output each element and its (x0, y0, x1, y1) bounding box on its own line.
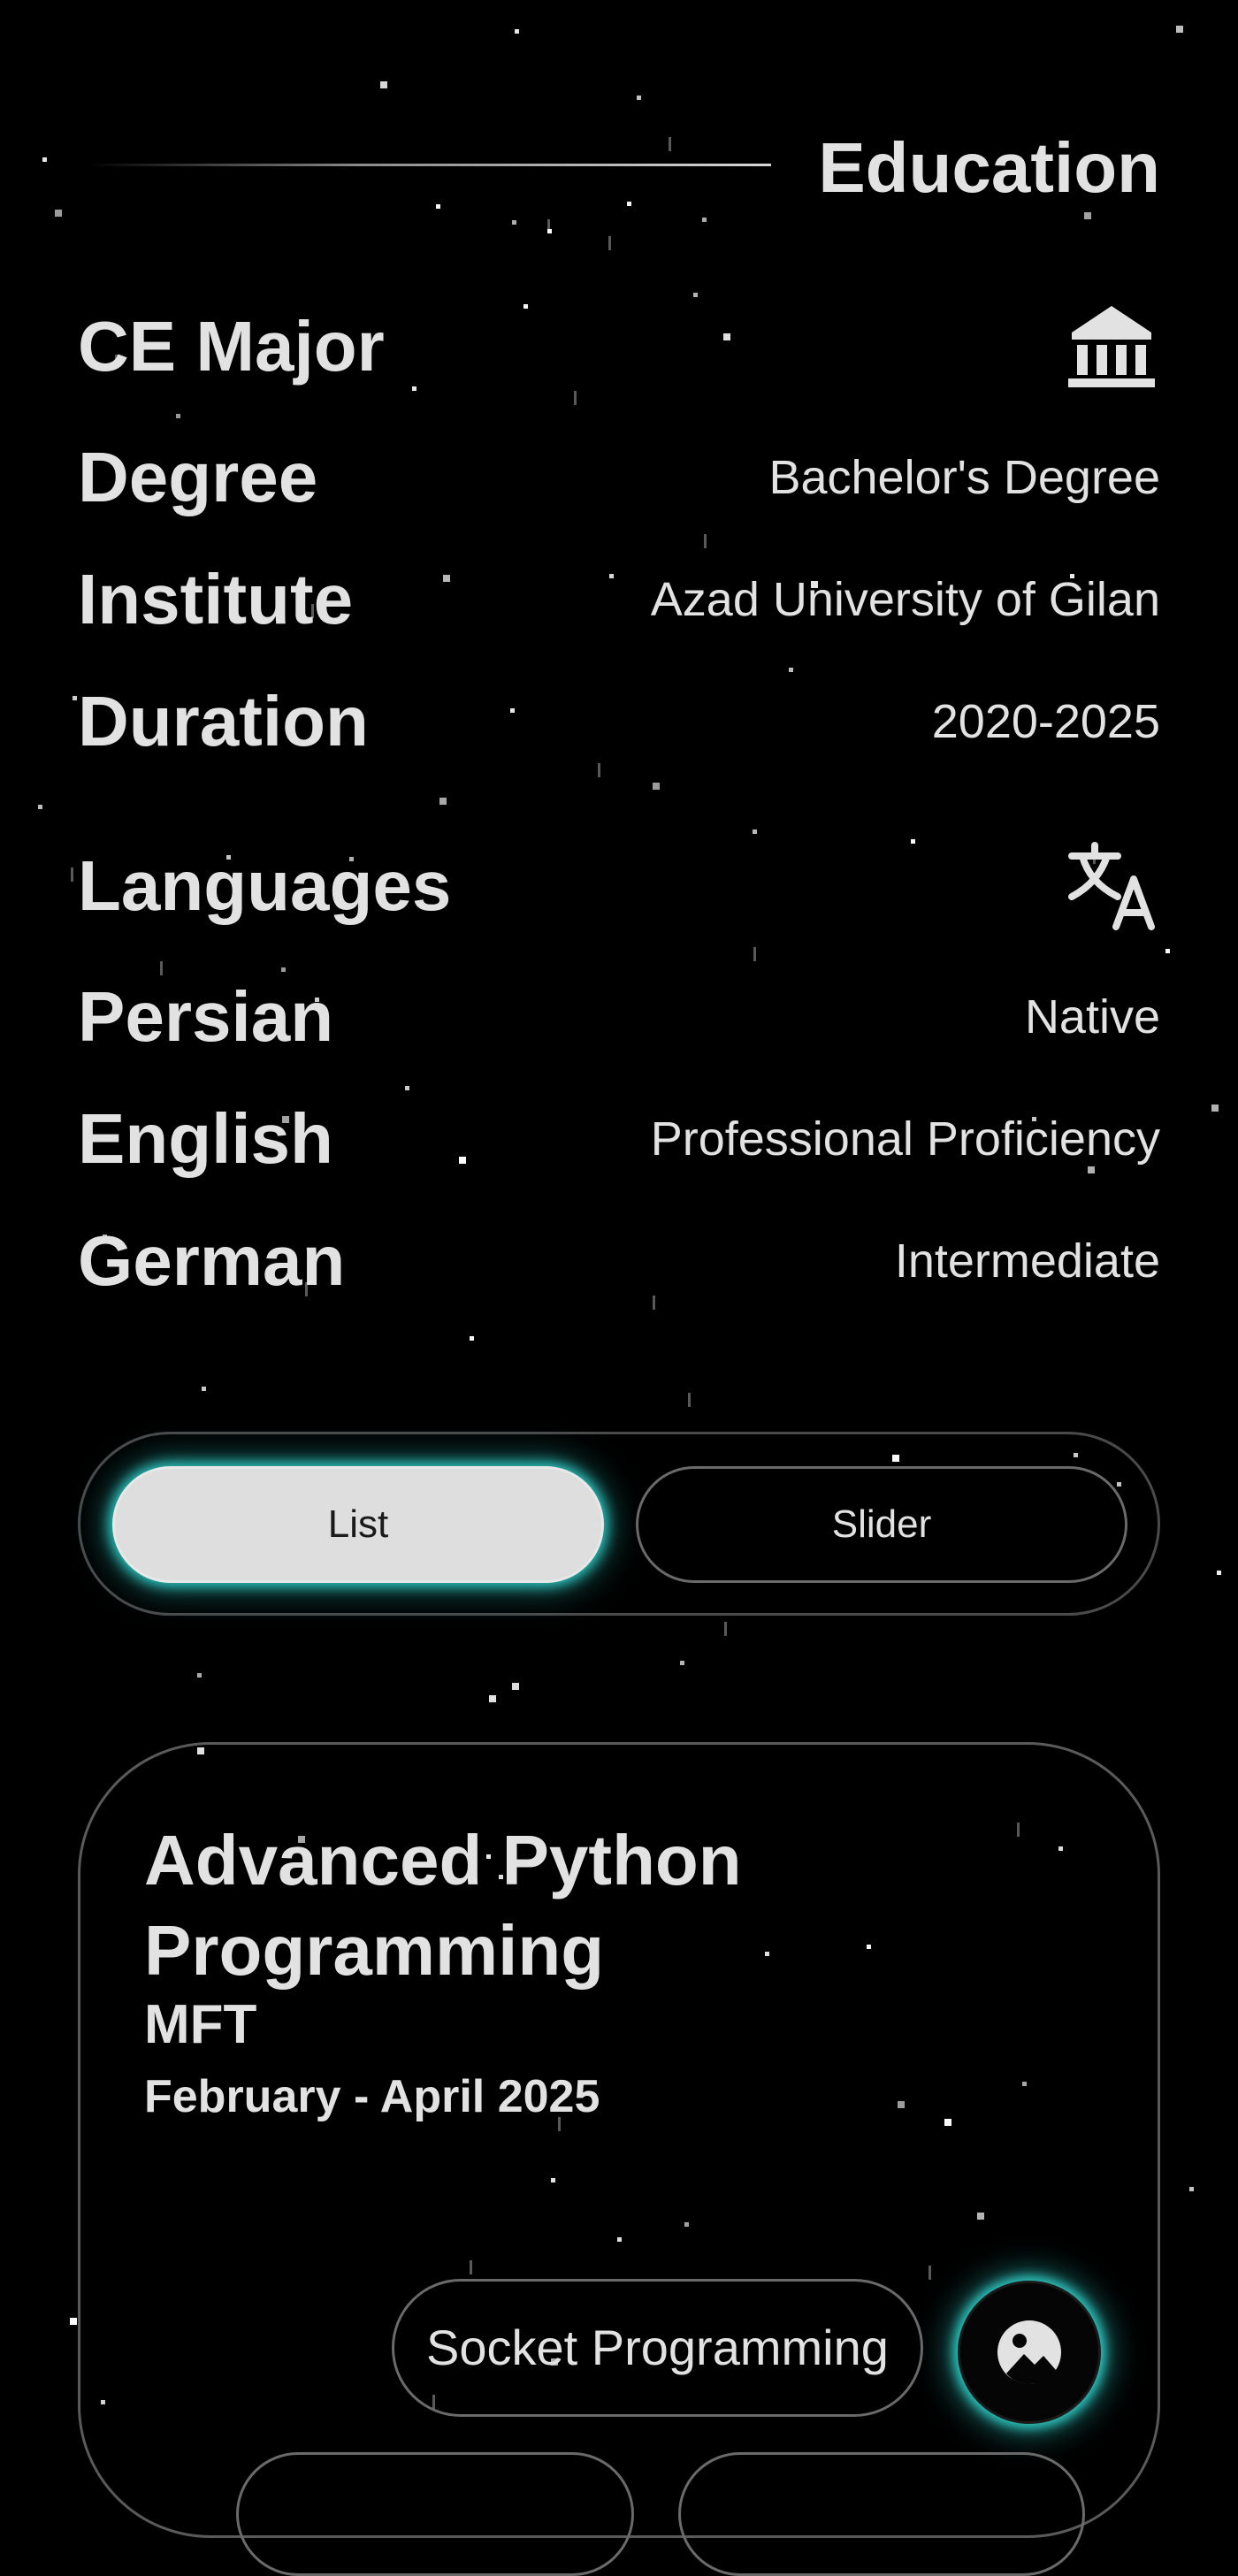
star-dot (753, 829, 757, 834)
star-dot (202, 1387, 206, 1391)
star-dot (439, 798, 447, 805)
image-icon (997, 2320, 1061, 2384)
german-label: German (78, 1221, 346, 1300)
persian-label: Persian (78, 977, 334, 1056)
section-title: Education (818, 128, 1160, 207)
course-tag-chip[interactable]: Socket Programming (392, 2279, 923, 2417)
star-dot (38, 805, 42, 809)
english-value: Professional Proficiency (650, 1112, 1160, 1166)
star-dot (405, 1086, 409, 1090)
star-dot (380, 81, 387, 88)
star-streak (574, 391, 577, 405)
star-dot (42, 157, 47, 162)
course-title: Advanced Python Programming (144, 1821, 742, 1990)
institute-value: Azad University of Gilan (650, 573, 1160, 626)
star-dot (637, 96, 641, 100)
star-dot (55, 210, 62, 217)
star-dot (1211, 1105, 1219, 1112)
course-image-button[interactable] (958, 2281, 1101, 2424)
star-streak (71, 868, 73, 882)
duration-label: Duration (78, 682, 369, 761)
star-dot (1165, 949, 1170, 953)
duration-row: Duration 2020-2025 (78, 677, 1160, 766)
degree-value: Bachelor's Degree (768, 451, 1160, 504)
star-dot (512, 220, 516, 225)
star-streak (704, 534, 707, 548)
major-heading-label: CE Major (78, 307, 385, 386)
star-streak (688, 1393, 691, 1407)
list-view-button[interactable]: List (112, 1466, 604, 1583)
degree-label: Degree (78, 438, 318, 516)
star-dot (789, 668, 793, 672)
star-streak (608, 236, 611, 250)
star-dot (197, 1673, 202, 1678)
duration-value: 2020-2025 (931, 695, 1160, 748)
star-dot (176, 414, 180, 418)
star-streak (547, 219, 550, 233)
institution-icon (1063, 302, 1160, 391)
view-mode-toggle: List Slider (78, 1432, 1160, 1616)
star-dot (1176, 26, 1183, 33)
star-dot (73, 696, 77, 700)
german-value: Intermediate (894, 1234, 1160, 1288)
star-dot (281, 967, 286, 972)
education-section-header: Education (88, 124, 1160, 212)
course-dates: February - April 2025 (144, 2071, 600, 2122)
translate-icon (1063, 842, 1160, 930)
star-streak (753, 947, 756, 961)
star-dot (1217, 1571, 1221, 1575)
section-divider-line (88, 164, 771, 166)
german-row: German Intermediate (78, 1217, 1160, 1305)
languages-heading: Languages (78, 842, 1160, 930)
persian-row: Persian Native (78, 973, 1160, 1061)
star-dot (693, 293, 698, 297)
course-tag-chip[interactable] (236, 2452, 634, 2576)
english-label: English (78, 1099, 333, 1178)
star-streak (724, 1622, 727, 1636)
star-dot (515, 29, 519, 34)
star-dot (702, 218, 707, 222)
star-dot (653, 783, 660, 790)
star-dot (489, 1695, 496, 1702)
star-dot (547, 229, 552, 233)
institute-row: Institute Azad University of Gilan (78, 555, 1160, 644)
languages-heading-label: Languages (78, 846, 452, 925)
course-card: Advanced Python Programming MFT February… (78, 1742, 1160, 2576)
english-row: English Professional Proficiency (78, 1095, 1160, 1183)
star-dot (70, 2318, 77, 2325)
course-tag-chip[interactable] (678, 2452, 1085, 2576)
star-dot (512, 1683, 519, 1690)
institute-label: Institute (78, 560, 354, 638)
major-heading: CE Major (78, 302, 1160, 391)
star-dot (680, 1661, 684, 1665)
degree-row: Degree Bachelor's Degree (78, 433, 1160, 522)
star-dot (1084, 212, 1091, 219)
star-dot (470, 1336, 474, 1341)
course-provider: MFT (144, 1994, 257, 2055)
star-dot (1189, 2187, 1194, 2191)
slider-view-button[interactable]: Slider (636, 1466, 1127, 1583)
persian-value: Native (1024, 990, 1160, 1043)
